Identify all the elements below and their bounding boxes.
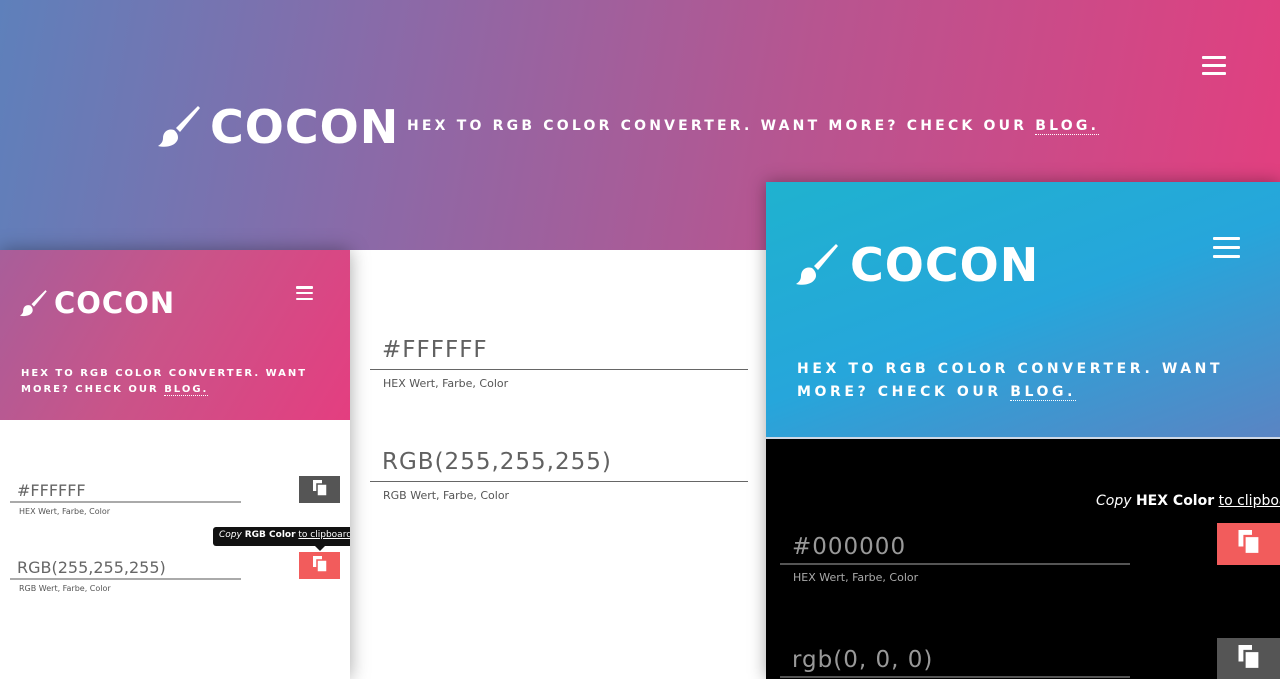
tagline: Hex to RGB color converter. Want more? C…	[797, 358, 1267, 404]
mockup-header: COCON Hex to RGB color converter. Want m…	[0, 250, 350, 420]
brand-logo[interactable]: COCON	[20, 286, 175, 320]
hex-input-hint: HEX Wert, Farbe, Color	[383, 377, 509, 390]
hex-input-hint: HEX Wert, Farbe, Color	[793, 571, 919, 584]
brand-logo[interactable]: COCON	[796, 238, 1039, 292]
tooltip-suffix-text: to clipboard	[1218, 493, 1280, 509]
hex-input-value: #000000	[792, 534, 907, 560]
copy-rgb-button[interactable]	[299, 552, 340, 579]
clipboard-copy-icon	[1238, 530, 1261, 558]
mockup-header: COCON Hex to RGB color converter. Want m…	[766, 182, 1280, 439]
hamburger-menu-icon[interactable]	[1213, 237, 1240, 258]
copy-rgb-tooltip: Copy RGB Color to clipboard	[213, 527, 350, 551]
rgb-input-value: RGB(255,255,255)	[382, 449, 612, 475]
hamburger-menu-icon[interactable]	[296, 286, 313, 300]
paint-brush-icon	[796, 244, 840, 286]
tooltip-suffix-text: to clipboard	[298, 530, 350, 540]
hex-input-hint: HEX Wert, Farbe, Color	[19, 507, 110, 516]
rgb-input-hint: RGB Wert, Farbe, Color	[19, 584, 111, 593]
rgb-input[interactable]: RGB(255,255,255)	[370, 442, 748, 482]
mobile-mockup-left: COCON Hex to RGB color converter. Want m…	[0, 250, 350, 679]
clipboard-copy-icon	[312, 555, 328, 576]
paint-brush-icon	[20, 289, 48, 317]
hex-input[interactable]: #FFFFFF	[10, 475, 241, 503]
tagline: Hex to RGB color converter. Want more? C…	[407, 118, 1100, 135]
hex-input[interactable]: #FFFFFF	[370, 330, 748, 370]
hex-input-value: #FFFFFF	[382, 337, 488, 363]
blog-link[interactable]: blog.	[164, 384, 209, 396]
blog-link[interactable]: blog.	[1010, 384, 1077, 401]
hex-input-value: #FFFFFF	[17, 481, 86, 500]
tagline-text: Hex to RGB color converter. Want more? C…	[407, 118, 1036, 134]
clipboard-copy-icon	[1238, 645, 1261, 673]
tooltip-target-text: RGB Color	[244, 530, 296, 540]
clipboard-copy-icon	[312, 479, 328, 500]
rgb-input[interactable]: RGB(255,255,255)	[10, 552, 241, 580]
tagline: Hex to RGB color converter. Want more? C…	[21, 366, 321, 398]
paint-brush-icon	[158, 106, 202, 148]
tooltip-target-text: HEX Color	[1135, 493, 1215, 509]
rgb-input[interactable]: rgb(0, 0, 0)	[780, 640, 1130, 678]
brand-name: COCON	[850, 238, 1040, 292]
blog-link[interactable]: blog.	[1035, 118, 1100, 135]
brand-name: COCON	[210, 100, 400, 154]
mobile-mockup-right: COCON Hex to RGB color converter. Want m…	[766, 182, 1280, 679]
hamburger-menu-icon[interactable]	[1202, 56, 1226, 75]
rgb-input-hint: RGB Wert, Farbe, Color	[383, 489, 510, 502]
brand-logo[interactable]: COCON	[158, 100, 399, 154]
copy-hex-tooltip: Copy HEX Color to clipboard	[1096, 493, 1280, 509]
copy-hex-button[interactable]	[1217, 523, 1280, 565]
tooltip-copy-text: Copy	[1096, 493, 1132, 509]
rgb-input-value: rgb(0, 0, 0)	[792, 647, 934, 673]
hex-input[interactable]: #000000	[780, 527, 1130, 565]
copy-hex-button[interactable]	[299, 476, 340, 503]
brand-name: COCON	[54, 286, 176, 320]
rgb-input-value: RGB(255,255,255)	[17, 558, 166, 577]
copy-rgb-button[interactable]	[1217, 638, 1280, 679]
tooltip-copy-text: Copy	[219, 530, 242, 540]
